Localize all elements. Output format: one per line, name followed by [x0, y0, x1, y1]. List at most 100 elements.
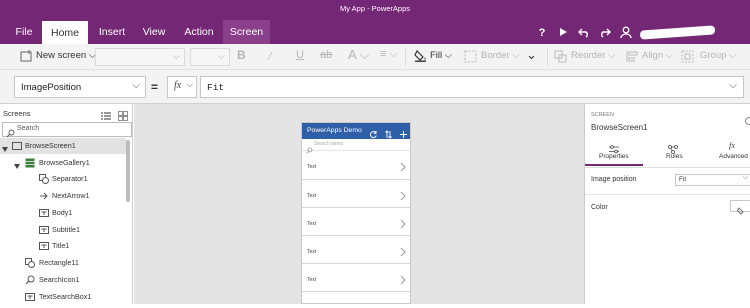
border-button[interactable]: Border ⌵	[481, 50, 519, 61]
property-dropdown[interactable]: ImagePosition ⌵	[14, 76, 146, 98]
panel-title: Screens	[3, 109, 31, 118]
tab-action[interactable]: Action	[176, 20, 222, 44]
new-screen-button[interactable]: New screen ⌵	[36, 50, 96, 61]
align-label: Align	[642, 50, 664, 61]
app-search-box[interactable]: Search items	[302, 139, 410, 154]
formula-value: Fit	[207, 82, 225, 93]
paint-bucket-icon	[414, 49, 427, 62]
tree-item-label: Body1	[52, 208, 73, 217]
border-label: Border	[481, 50, 510, 61]
search-input[interactable]: Search	[2, 122, 132, 138]
next-arrow-icon[interactable]	[400, 188, 406, 206]
tree-item-subtitle1[interactable]: Subtitle1	[0, 222, 126, 238]
toolbar-divider	[547, 48, 548, 66]
align-icon	[626, 50, 639, 63]
toolbar-divider	[405, 48, 406, 66]
fill-button[interactable]: Fill ⌵	[430, 50, 452, 61]
tab-home[interactable]: Home	[42, 21, 88, 44]
gallery-item[interactable]: Text	[302, 236, 410, 264]
tab-rules[interactable]: Rules	[647, 140, 699, 166]
tree-item-label: BrowseGallery1	[39, 158, 90, 167]
tab-label: Rules	[666, 153, 683, 160]
tree-item-browsescreen1[interactable]: BrowseScreen1	[0, 138, 126, 154]
window-title: My App - PowerApps	[339, 4, 411, 13]
redo-icon[interactable]	[598, 25, 612, 39]
tab-view[interactable]: View	[136, 20, 172, 44]
next-arrow-icon[interactable]	[400, 159, 406, 177]
section-label: SCREEN	[591, 112, 614, 118]
undo-icon[interactable]	[577, 25, 591, 39]
color-label: Color	[591, 204, 608, 211]
next-arrow-icon[interactable]	[400, 216, 406, 234]
tree-item-nextarrow1[interactable]: NextArrow1	[0, 188, 126, 204]
group-label: Group	[700, 50, 727, 61]
tab-label: Advanced	[719, 153, 748, 160]
tab-screen[interactable]: Screen	[223, 20, 270, 44]
gallery-item-title: Text	[307, 193, 317, 199]
tree-item-textsearchbox1[interactable]: TextSearchBox1	[0, 289, 126, 305]
next-arrow-icon[interactable]	[400, 244, 406, 262]
strikethrough-icon[interactable]: ab	[320, 49, 332, 61]
divider	[585, 194, 750, 195]
group-button[interactable]: Group ⌵	[700, 50, 736, 61]
tree-item-rectangle11[interactable]: Rectangle11	[0, 255, 126, 271]
tab-advanced[interactable]: fx Advanced	[705, 140, 750, 166]
function-button[interactable]: fx ⌵	[167, 76, 197, 98]
image-position-select[interactable]: Fit ⌵	[675, 174, 750, 186]
font-size-select[interactable]: ⌵	[190, 48, 230, 66]
tree-item-label: Subtitle1	[52, 225, 80, 234]
tree-item-title1[interactable]: Title1	[0, 238, 126, 254]
align-text-icon[interactable]: ≡ ⌵	[380, 48, 398, 61]
tab-file[interactable]: File	[8, 20, 40, 44]
chevron-down-icon: ⌵	[186, 80, 193, 89]
scrollbar-thumb[interactable]	[126, 140, 130, 202]
bold-icon[interactable]: B	[237, 48, 246, 62]
tab-insert[interactable]: Insert	[92, 20, 132, 44]
underline-icon[interactable]: U	[296, 49, 304, 61]
info-icon[interactable]	[745, 117, 750, 125]
color-picker[interactable]	[730, 200, 750, 215]
fx-icon: fx	[729, 140, 736, 150]
equals-sign: =	[151, 80, 159, 94]
tab-properties[interactable]: Properties	[585, 140, 643, 166]
formula-bar: ImagePosition ⌵ = fx ⌵ Fit ⌵	[0, 70, 750, 104]
fill-label: Fill	[430, 50, 443, 61]
font-color-icon[interactable]: A ⌵	[348, 47, 369, 63]
font-family-select[interactable]: ⌵	[95, 48, 185, 66]
gallery-item-title: Text	[307, 221, 317, 227]
gallery-item[interactable]: Text	[302, 151, 410, 180]
user-icon[interactable]	[619, 25, 633, 39]
screens-panel: Screens Search BrowseScreen1 BrowseGalle…	[0, 104, 133, 304]
gallery-item[interactable]: Text	[302, 208, 410, 236]
tree-item-separator1[interactable]: Separator1	[0, 171, 126, 187]
paint-bucket-icon	[736, 202, 745, 220]
more-chevron-icon[interactable]: ⌄	[526, 47, 537, 63]
screen-name: BrowseScreen1	[591, 123, 648, 132]
formula-input[interactable]: Fit ⌵	[200, 76, 744, 98]
tree-item-browsegallery1[interactable]: BrowseGallery1	[0, 155, 126, 171]
expand-chevron-icon[interactable]: ⌵	[729, 80, 737, 91]
tree-item-label: Title1	[52, 241, 70, 250]
next-arrow-icon[interactable]	[400, 272, 406, 290]
gallery-item[interactable]: Text	[302, 180, 410, 208]
ribbon-tabs: File Home Insert View Action Screen ?	[0, 20, 750, 44]
tab-label: Properties	[599, 153, 629, 160]
reorder-label: Reorder	[571, 50, 606, 61]
tree-item-searchicon1[interactable]: SearchIcon1	[0, 272, 126, 288]
play-icon[interactable]	[556, 25, 570, 39]
reorder-button[interactable]: Reorder ⌵	[571, 50, 615, 61]
group-icon	[681, 50, 694, 63]
gallery-item[interactable]: Text	[302, 264, 410, 292]
app-preview[interactable]: PowerApps Demo Search items Text Text Te…	[301, 122, 411, 304]
italic-icon[interactable]: /	[268, 48, 272, 64]
image-position-value: Fit	[679, 176, 687, 183]
new-screen-label: New screen	[36, 50, 87, 61]
tree-item-label: Rectangle11	[39, 258, 79, 267]
tree-item-label: TextSearchBox1	[39, 292, 92, 301]
align-button[interactable]: Align ⌵	[642, 50, 673, 61]
help-icon[interactable]: ?	[535, 25, 549, 39]
tree-item-body1[interactable]: Body1	[0, 205, 126, 221]
gallery-item-title: Text	[307, 164, 317, 170]
search-placeholder: Search	[17, 125, 40, 132]
tree-item-label: NextArrow1	[52, 191, 90, 200]
